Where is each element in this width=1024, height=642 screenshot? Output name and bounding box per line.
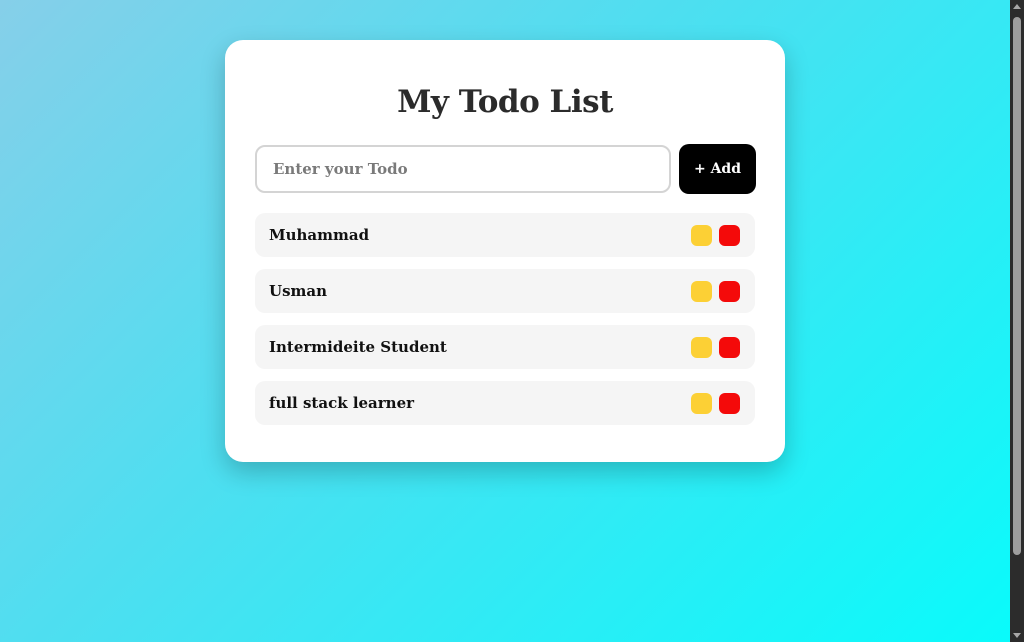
delete-button[interactable] xyxy=(719,281,740,302)
edit-button[interactable] xyxy=(691,281,712,302)
todo-item: Usman xyxy=(255,269,755,313)
vertical-scrollbar[interactable] xyxy=(1010,0,1024,642)
page: My Todo List + Add Muhammad Usman Interm… xyxy=(0,0,1010,642)
edit-button[interactable] xyxy=(691,337,712,358)
todo-text: Intermideite Student xyxy=(269,338,447,356)
page-title: My Todo List xyxy=(397,84,613,120)
scroll-up-arrow-icon[interactable] xyxy=(1013,4,1021,9)
todo-item: Intermideite Student xyxy=(255,325,755,369)
todo-item: full stack learner xyxy=(255,381,755,425)
delete-button[interactable] xyxy=(719,337,740,358)
delete-button[interactable] xyxy=(719,225,740,246)
delete-button[interactable] xyxy=(719,393,740,414)
edit-button[interactable] xyxy=(691,225,712,246)
scroll-down-arrow-icon[interactable] xyxy=(1013,633,1021,638)
todo-item: Muhammad xyxy=(255,213,755,257)
todo-text: Muhammad xyxy=(269,226,370,244)
todo-input[interactable] xyxy=(255,145,671,193)
scrollbar-thumb[interactable] xyxy=(1013,17,1021,555)
todo-text: full stack learner xyxy=(269,394,415,412)
add-button[interactable]: + Add xyxy=(679,144,756,194)
todo-text: Usman xyxy=(269,282,328,300)
edit-button[interactable] xyxy=(691,393,712,414)
